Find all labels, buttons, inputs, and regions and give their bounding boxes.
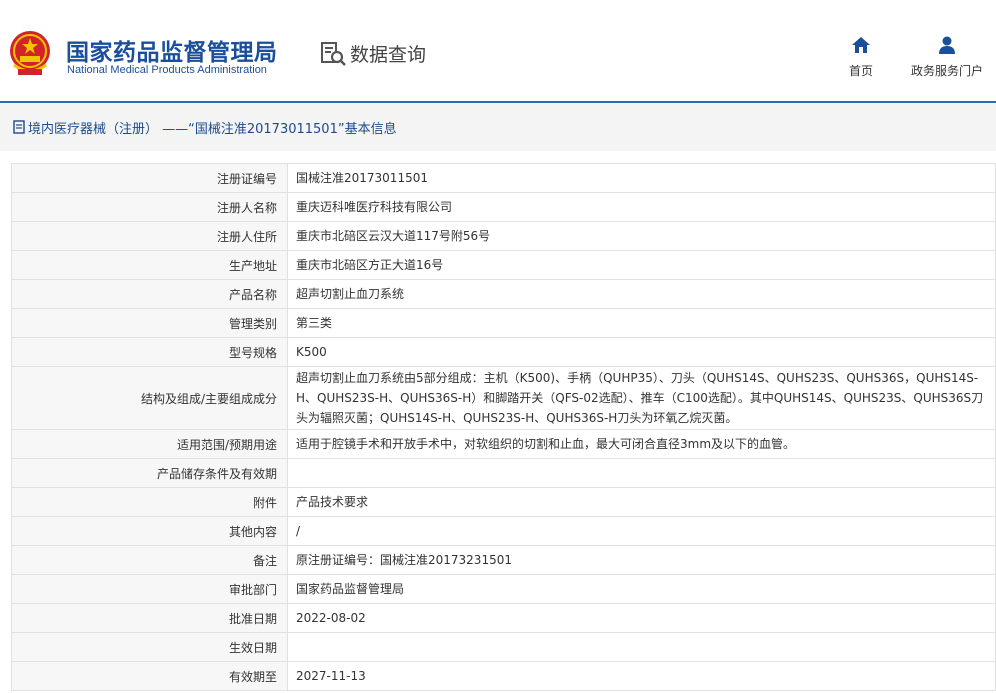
table-row: 结构及组成/主要组成成分 超声切割止血刀系统由5部分组成：主机（K500)、手柄（… <box>11 366 996 430</box>
national-emblem-icon[interactable] <box>8 29 52 77</box>
table-row: 审批部门 国家药品监督管理局 <box>11 574 996 604</box>
field-value: 2027-11-13 <box>287 661 996 691</box>
breadcrumb-text: 境内医疗器械（注册） ——“国械注准20173011501”基本信息 <box>28 121 397 137</box>
field-label: 产品名称 <box>11 279 288 309</box>
field-value <box>287 632 996 662</box>
field-label: 产品储存条件及有效期 <box>11 458 288 488</box>
field-value: 2022-08-02 <box>287 603 996 633</box>
table-row: 注册人住所 重庆市北碚区云汉大道117号附56号 <box>11 221 996 251</box>
home-icon <box>852 37 870 53</box>
field-value <box>287 458 996 488</box>
data-query-link[interactable]: 数据查询 <box>321 40 426 67</box>
table-row: 注册证编号 国械注准20173011501 <box>11 163 996 193</box>
field-label: 批准日期 <box>11 603 288 633</box>
field-label: 生产地址 <box>11 250 288 280</box>
field-label: 结构及组成/主要组成成分 <box>11 366 288 430</box>
field-value: 原注册证编号：国械注准20173231501 <box>287 545 996 575</box>
nav-gov-portal[interactable]: 政务服务门户 <box>911 35 983 79</box>
table-row: 备注 原注册证编号：国械注准20173231501 <box>11 545 996 575</box>
table-row: 产品名称 超声切割止血刀系统 <box>11 279 996 309</box>
field-label: 注册人住所 <box>11 221 288 251</box>
field-label: 注册人名称 <box>11 192 288 222</box>
table-row: 附件 产品技术要求 <box>11 487 996 517</box>
field-value: 超声切割止血刀系统 <box>287 279 996 309</box>
field-label: 管理类别 <box>11 308 288 338</box>
field-value: 产品技术要求 <box>287 487 996 517</box>
nav-home-label: 首页 <box>849 64 874 78</box>
field-value: 适用于腔镜手术和开放手术中，对软组织的切割和止血，最大可闭合直径3mm及以下的血… <box>287 429 996 459</box>
breadcrumb: 境内医疗器械（注册） ——“国械注准20173011501”基本信息 <box>0 103 996 151</box>
table-row: 生效日期 <box>11 632 996 662</box>
field-label: 有效期至 <box>11 661 288 691</box>
field-label: 生效日期 <box>11 632 288 662</box>
table-row: 型号规格 K500 <box>11 337 996 367</box>
table-row: 有效期至 2027-11-13 <box>11 661 996 691</box>
table-row: 管理类别 第三类 <box>11 308 996 338</box>
field-label: 附件 <box>11 487 288 517</box>
nav-home[interactable]: 首页 <box>849 35 873 79</box>
field-value: 重庆市北碚区方正大道16号 <box>287 250 996 280</box>
site-subtitle: National Medical Products Administration <box>67 64 267 76</box>
field-value: / <box>287 516 996 546</box>
detail-table: 注册证编号 国械注准20173011501 注册人名称 重庆迈科唯医疗科技有限公司 … <box>11 163 996 691</box>
table-row: 产品储存条件及有效期 <box>11 458 996 488</box>
data-query-label: 数据查询 <box>350 44 427 66</box>
nav-gov-portal-label: 政务服务门户 <box>911 64 984 78</box>
site-title[interactable]: 国家药品监督管理局 <box>66 33 278 67</box>
field-label: 注册证编号 <box>11 163 288 193</box>
field-value: K500 <box>287 337 996 367</box>
field-label: 审批部门 <box>11 574 288 604</box>
table-row: 注册人名称 重庆迈科唯医疗科技有限公司 <box>11 192 996 222</box>
field-label: 其他内容 <box>11 516 288 546</box>
field-label: 型号规格 <box>11 337 288 367</box>
data-search-icon <box>321 41 346 66</box>
field-value: 重庆市北碚区云汉大道117号附56号 <box>287 221 996 251</box>
table-row: 其他内容 / <box>11 516 996 546</box>
table-row: 适用范围/预期用途 适用于腔镜手术和开放手术中，对软组织的切割和止血，最大可闭合直… <box>11 429 996 459</box>
field-value: 国家药品监督管理局 <box>287 574 996 604</box>
field-value: 国械注准20173011501 <box>287 163 996 193</box>
document-icon <box>13 120 25 134</box>
table-row: 批准日期 2022-08-02 <box>11 603 996 633</box>
field-value: 重庆迈科唯医疗科技有限公司 <box>287 192 996 222</box>
field-label: 备注 <box>11 545 288 575</box>
field-label: 适用范围/预期用途 <box>11 429 288 459</box>
table-row: 生产地址 重庆市北碚区方正大道16号 <box>11 250 996 280</box>
site-header: 国家药品监督管理局 National Medical Products Admi… <box>0 0 996 103</box>
field-value: 第三类 <box>287 308 996 338</box>
user-icon <box>939 36 955 54</box>
field-value: 超声切割止血刀系统由5部分组成：主机（K500)、手柄（QUHP35）、刀头（Q… <box>287 366 996 430</box>
